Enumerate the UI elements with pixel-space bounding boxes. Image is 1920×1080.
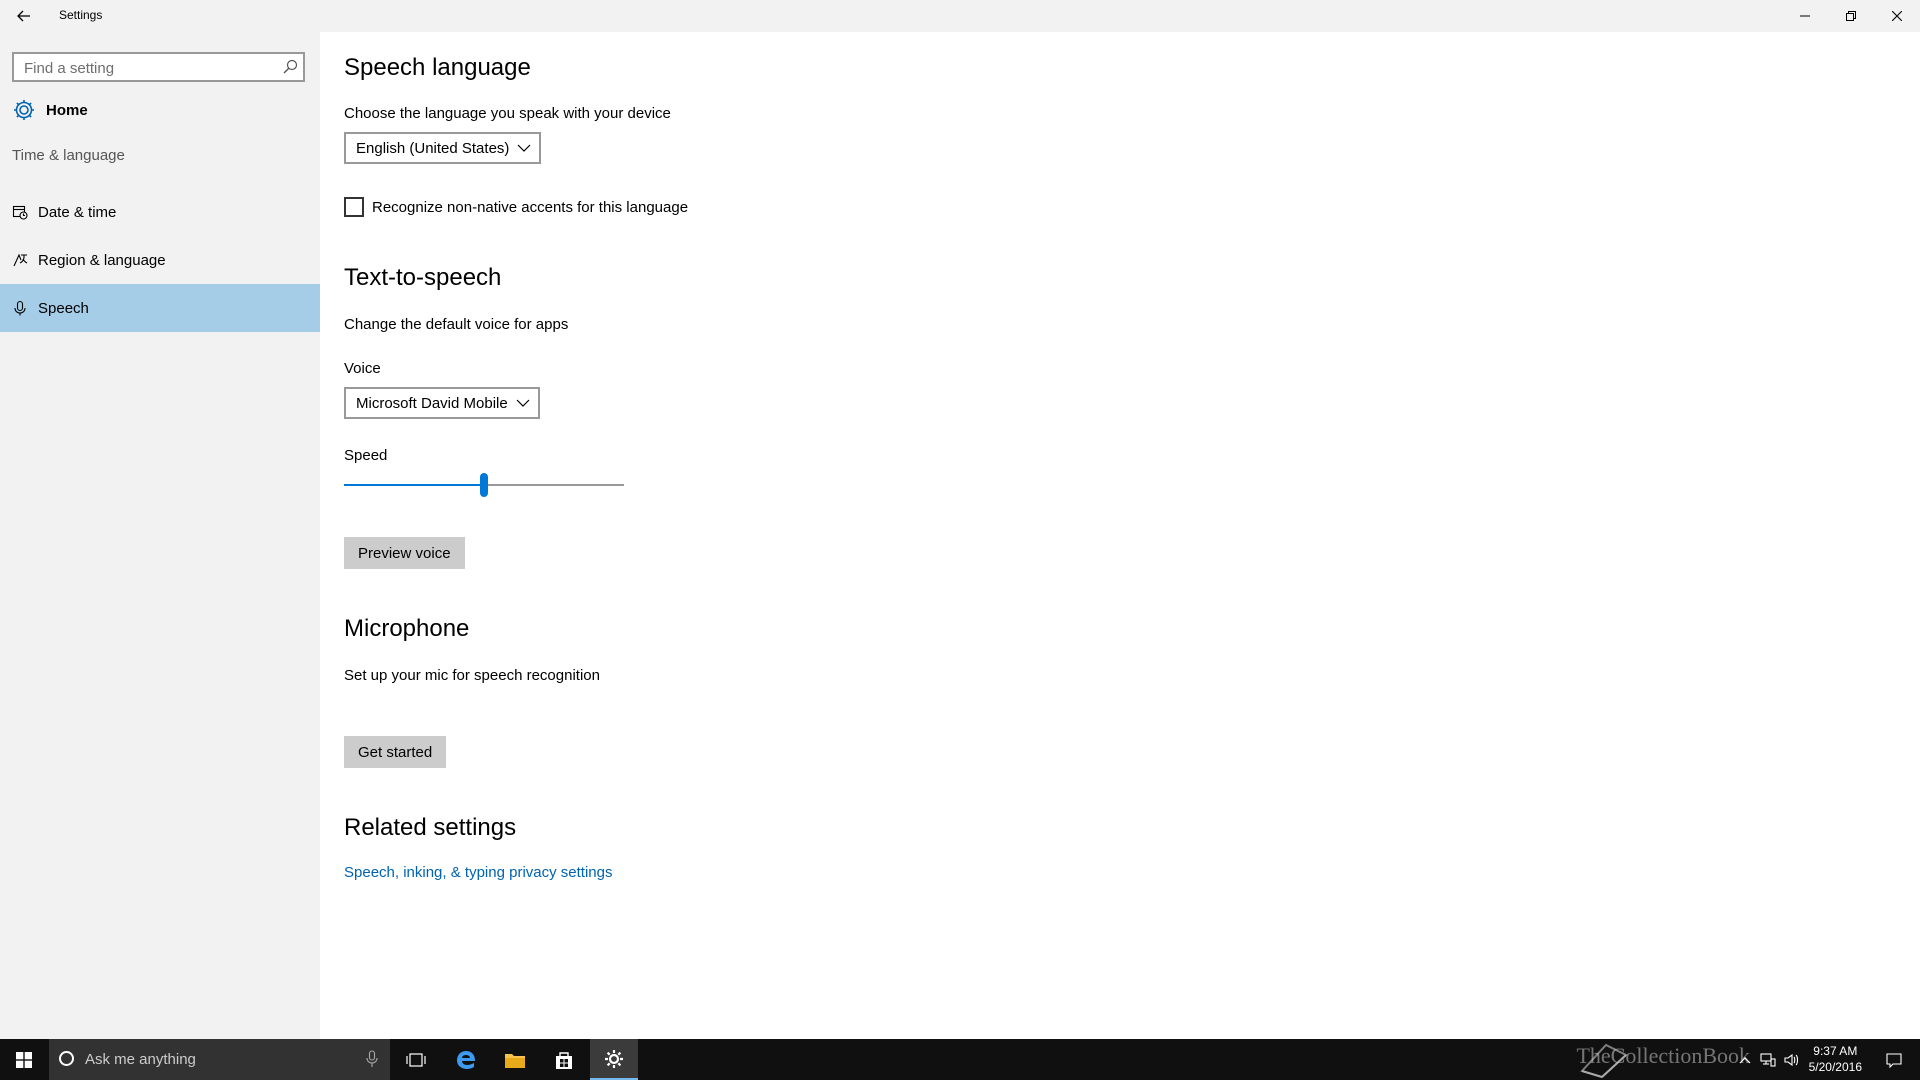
slider-fill xyxy=(344,484,484,486)
non-native-accents-label: Recognize non-native accents for this la… xyxy=(372,198,689,216)
back-arrow-icon xyxy=(17,10,30,22)
slider-thumb[interactable] xyxy=(480,473,488,497)
notification-icon xyxy=(1886,1052,1902,1068)
task-view-button[interactable] xyxy=(392,1039,440,1080)
section-label: Time & language xyxy=(12,147,125,164)
sidebar-item-label: Speech xyxy=(38,299,89,317)
voice-dropdown[interactable]: Microsoft David Mobile xyxy=(344,387,540,419)
chevron-down-icon xyxy=(517,144,531,152)
microphone-icon xyxy=(12,300,28,316)
search-icon xyxy=(283,59,298,74)
watermark-text: TheCollectionBook xyxy=(1576,1043,1750,1068)
gear-icon xyxy=(14,100,34,120)
find-setting-search-box[interactable]: Find a setting xyxy=(12,52,305,82)
sidebar: Find a setting Home Time & language Date… xyxy=(0,32,320,1039)
cortana-search-box[interactable]: Ask me anything xyxy=(49,1039,390,1080)
back-button[interactable] xyxy=(0,0,48,32)
calendar-clock-icon xyxy=(12,204,28,220)
window-title: Settings xyxy=(59,8,103,22)
title-bar: Settings xyxy=(0,0,1920,32)
volume-button[interactable] xyxy=(1780,1039,1804,1080)
voice-value: Microsoft David Mobile xyxy=(356,394,508,412)
speed-slider[interactable] xyxy=(344,471,624,499)
restore-button[interactable] xyxy=(1828,0,1874,32)
sidebar-item-date-time[interactable]: Date & time xyxy=(0,188,320,236)
folder-icon xyxy=(505,1053,525,1068)
sidebar-item-label: Date & time xyxy=(38,203,117,221)
speech-language-value: English (United States) xyxy=(356,139,510,157)
get-started-button[interactable]: Get started xyxy=(344,736,447,768)
microphone-icon[interactable] xyxy=(366,1050,378,1068)
search-placeholder: Find a setting xyxy=(24,60,115,77)
edge-browser-button[interactable] xyxy=(442,1039,490,1080)
windows-logo-icon xyxy=(16,1051,32,1068)
non-native-accents-checkbox[interactable] xyxy=(344,197,364,217)
text-to-speech-description: Change the default voice for apps xyxy=(344,316,569,333)
close-icon xyxy=(1892,11,1902,21)
network-icon xyxy=(1760,1052,1776,1067)
cortana-placeholder: Ask me anything xyxy=(85,1051,196,1068)
clock-date: 5/20/2016 xyxy=(1808,1060,1862,1074)
speech-language-description: Choose the language you speak with your … xyxy=(344,105,671,122)
clock-time: 9:37 AM xyxy=(1813,1044,1858,1058)
speech-language-dropdown[interactable]: English (United States) xyxy=(344,132,542,164)
settings-taskbar-button[interactable] xyxy=(590,1039,638,1080)
preview-voice-button[interactable]: Preview voice xyxy=(344,537,465,569)
chevron-up-icon xyxy=(1739,1056,1751,1063)
minimize-button[interactable] xyxy=(1782,0,1828,32)
gear-icon xyxy=(605,1049,623,1068)
sidebar-item-speech[interactable]: Speech xyxy=(0,284,320,332)
clock[interactable]: 9:37 AM 5/20/2016 xyxy=(1809,1043,1862,1075)
store-button[interactable] xyxy=(540,1039,588,1080)
speaker-icon xyxy=(1784,1053,1799,1066)
chevron-down-icon xyxy=(516,399,530,407)
action-center-button[interactable] xyxy=(1876,1039,1912,1080)
file-explorer-button[interactable] xyxy=(491,1039,539,1080)
speed-label: Speed xyxy=(344,447,388,464)
home-nav[interactable]: Home xyxy=(12,94,88,126)
sidebar-item-label: Region & language xyxy=(38,251,166,269)
close-button[interactable] xyxy=(1874,0,1920,32)
microphone-description: Set up your mic for speech recognition xyxy=(344,667,600,684)
text-to-speech-heading: Text-to-speech xyxy=(344,264,502,291)
store-bag-icon xyxy=(556,1051,572,1069)
start-button[interactable] xyxy=(0,1039,48,1080)
taskbar: Ask me anything TheCollectionBook 9:37 A… xyxy=(0,1039,1920,1080)
speech-language-heading: Speech language xyxy=(344,54,531,81)
cortana-icon xyxy=(59,1051,74,1066)
task-view-icon xyxy=(406,1052,426,1067)
non-native-accents-row[interactable]: Recognize non-native accents for this la… xyxy=(344,197,688,217)
voice-label: Voice xyxy=(344,360,381,377)
privacy-settings-link[interactable]: Speech, inking, & typing privacy setting… xyxy=(344,864,612,881)
restore-icon xyxy=(1846,11,1856,21)
edge-icon xyxy=(457,1050,475,1069)
related-settings-heading: Related settings xyxy=(344,814,517,841)
main-content: Speech language Choose the language you … xyxy=(320,32,1920,1039)
region-language-icon xyxy=(12,252,28,268)
sidebar-item-region-language[interactable]: Region & language xyxy=(0,236,320,284)
show-hidden-icons-button[interactable] xyxy=(1734,1039,1756,1080)
minimize-icon xyxy=(1800,15,1810,17)
network-button[interactable] xyxy=(1756,1039,1780,1080)
microphone-heading: Microphone xyxy=(344,615,470,642)
home-label: Home xyxy=(46,101,88,119)
